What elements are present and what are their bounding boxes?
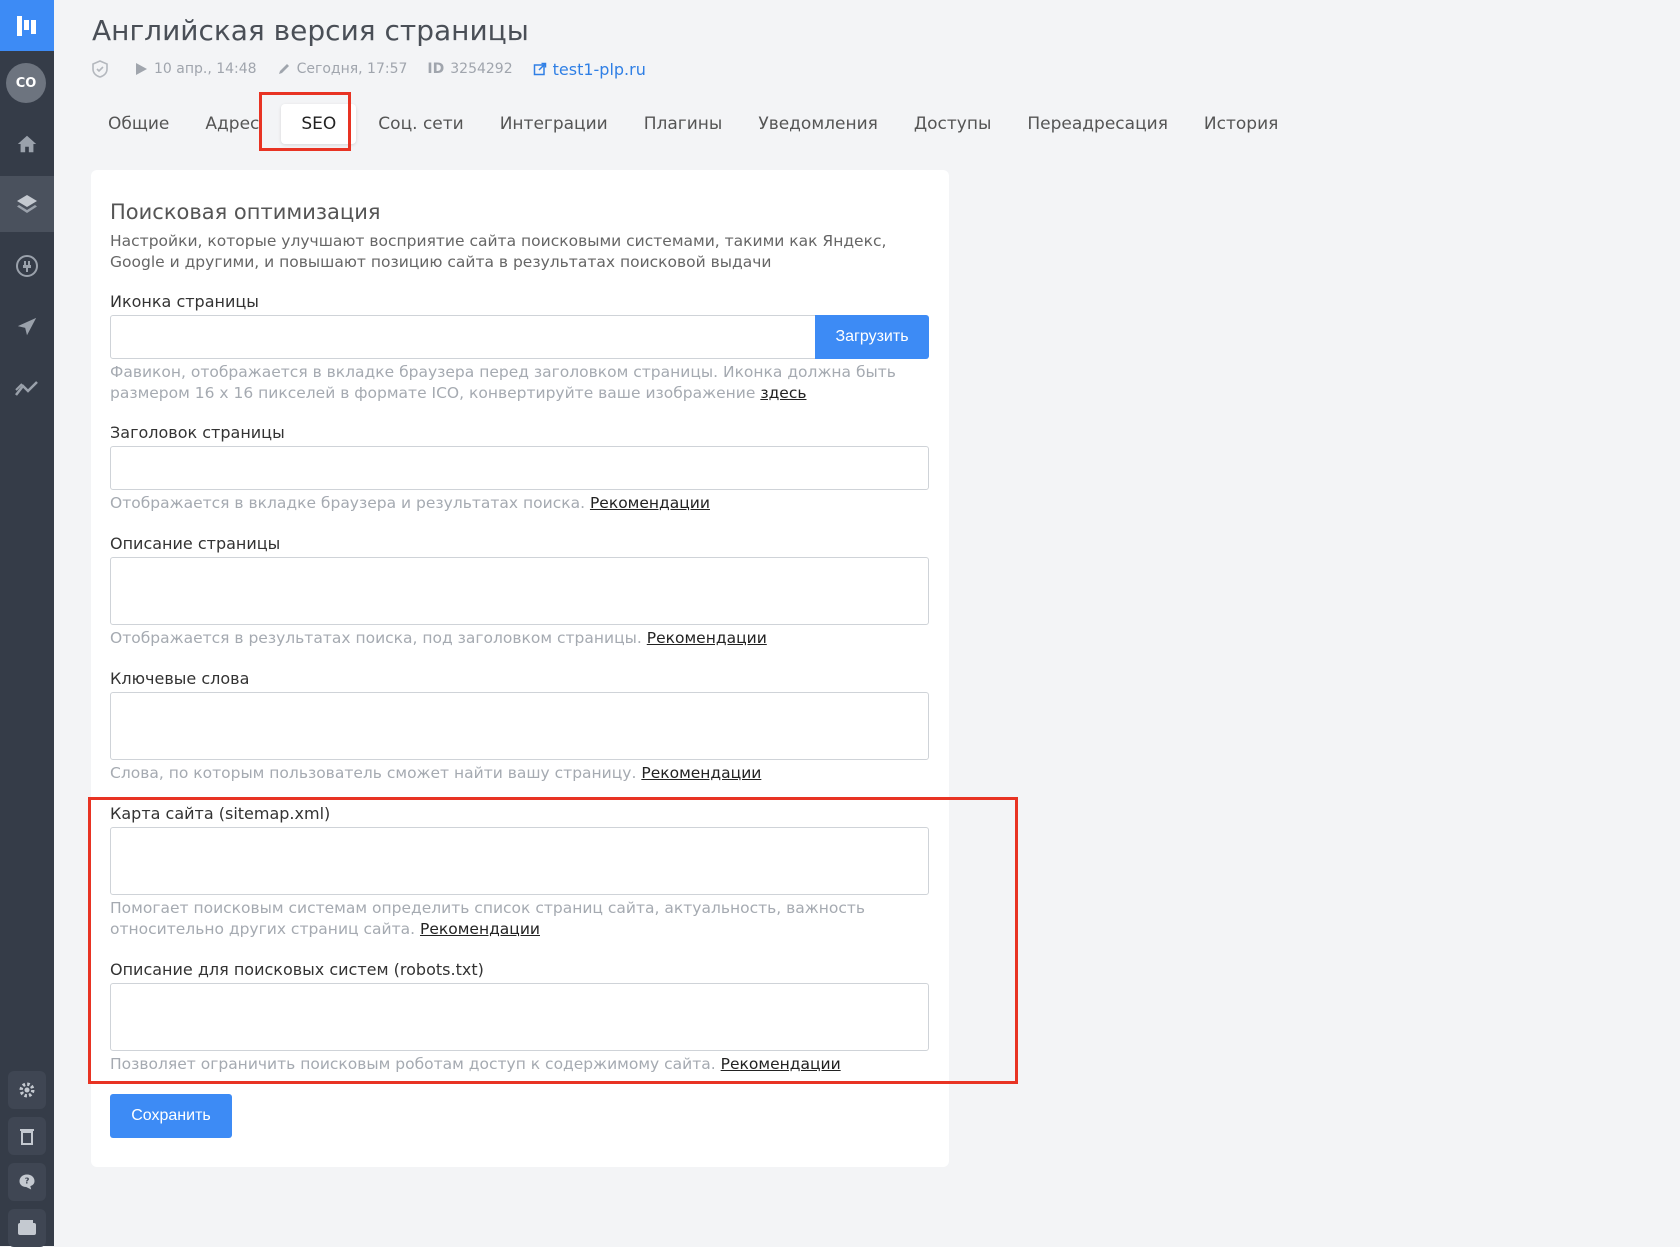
layers-icon[interactable] bbox=[0, 176, 54, 232]
tab-integrations[interactable]: Интеграции bbox=[482, 104, 626, 144]
keywords-recommendations-link[interactable]: Рекомендации bbox=[641, 764, 761, 782]
annotation-highlight-tab bbox=[259, 92, 351, 151]
page-id: ID 3254292 bbox=[427, 61, 513, 77]
keywords-textarea[interactable] bbox=[110, 692, 929, 760]
convert-link[interactable]: здесь bbox=[760, 384, 806, 402]
analytics-icon[interactable] bbox=[0, 360, 54, 416]
tab-redirect[interactable]: Переадресация bbox=[1009, 104, 1186, 144]
domain-link[interactable]: test1-plp.ru bbox=[533, 60, 646, 79]
tab-general[interactable]: Общие bbox=[90, 104, 187, 144]
favicon-label: Иконка страницы bbox=[110, 292, 259, 311]
page-meta: 10 апр., 14:48 Сегодня, 17:57 ID 3254292… bbox=[92, 59, 666, 79]
keywords-label: Ключевые слова bbox=[110, 669, 250, 688]
tab-plugins[interactable]: Плагины bbox=[626, 104, 741, 144]
logo-icon[interactable] bbox=[0, 0, 54, 51]
help-icon[interactable]: ? bbox=[8, 1163, 46, 1201]
page-title: Английская версия страницы bbox=[92, 14, 529, 47]
favicon-help: Фавикон, отображается в вкладке браузера… bbox=[110, 363, 896, 402]
tab-notifications[interactable]: Уведомления bbox=[740, 104, 896, 144]
title-recommendations-link[interactable]: Рекомендации bbox=[590, 494, 710, 512]
favicon-input[interactable] bbox=[110, 315, 816, 359]
description-recommendations-link[interactable]: Рекомендации bbox=[647, 629, 767, 647]
section-title: Поисковая оптимизация bbox=[110, 200, 381, 224]
shield-icon bbox=[92, 60, 108, 78]
tab-access[interactable]: Доступы bbox=[896, 104, 1010, 144]
tab-social[interactable]: Соц. сети bbox=[360, 104, 481, 144]
settings-icon[interactable] bbox=[8, 1071, 46, 1109]
pencil-icon bbox=[278, 64, 289, 74]
description-label: Описание страницы bbox=[110, 534, 281, 553]
description-help: Отображается в результатах поиска, под з… bbox=[110, 629, 767, 647]
annotation-highlight-block bbox=[88, 797, 1018, 1084]
title-label: Заголовок страницы bbox=[110, 423, 285, 442]
page-description-textarea[interactable] bbox=[110, 557, 929, 625]
plugin-icon[interactable] bbox=[0, 238, 54, 294]
section-description: Настройки, которые улучшают восприятие с… bbox=[110, 232, 887, 271]
svg-text:?: ? bbox=[25, 1176, 30, 1186]
trash-icon[interactable] bbox=[8, 1117, 46, 1155]
avatar[interactable]: CO bbox=[6, 63, 46, 103]
external-link-icon bbox=[533, 62, 546, 76]
home-icon[interactable] bbox=[0, 116, 54, 172]
published-date: 10 апр., 14:48 bbox=[134, 61, 257, 77]
tab-history[interactable]: История bbox=[1186, 104, 1296, 144]
send-icon[interactable] bbox=[0, 299, 54, 355]
upload-button[interactable]: Загрузить bbox=[815, 315, 929, 359]
wallet-icon[interactable] bbox=[8, 1209, 46, 1247]
page-title-input[interactable] bbox=[110, 446, 929, 490]
save-button[interactable]: Сохранить bbox=[110, 1094, 232, 1138]
title-help: Отображается в вкладке браузера и резуль… bbox=[110, 494, 710, 512]
sidebar: CO ? bbox=[0, 0, 54, 1247]
keywords-help: Слова, по которым пользователь сможет на… bbox=[110, 764, 762, 782]
edited-date: Сегодня, 17:57 bbox=[277, 61, 407, 77]
status-indicator bbox=[92, 60, 114, 78]
play-icon bbox=[136, 63, 147, 75]
